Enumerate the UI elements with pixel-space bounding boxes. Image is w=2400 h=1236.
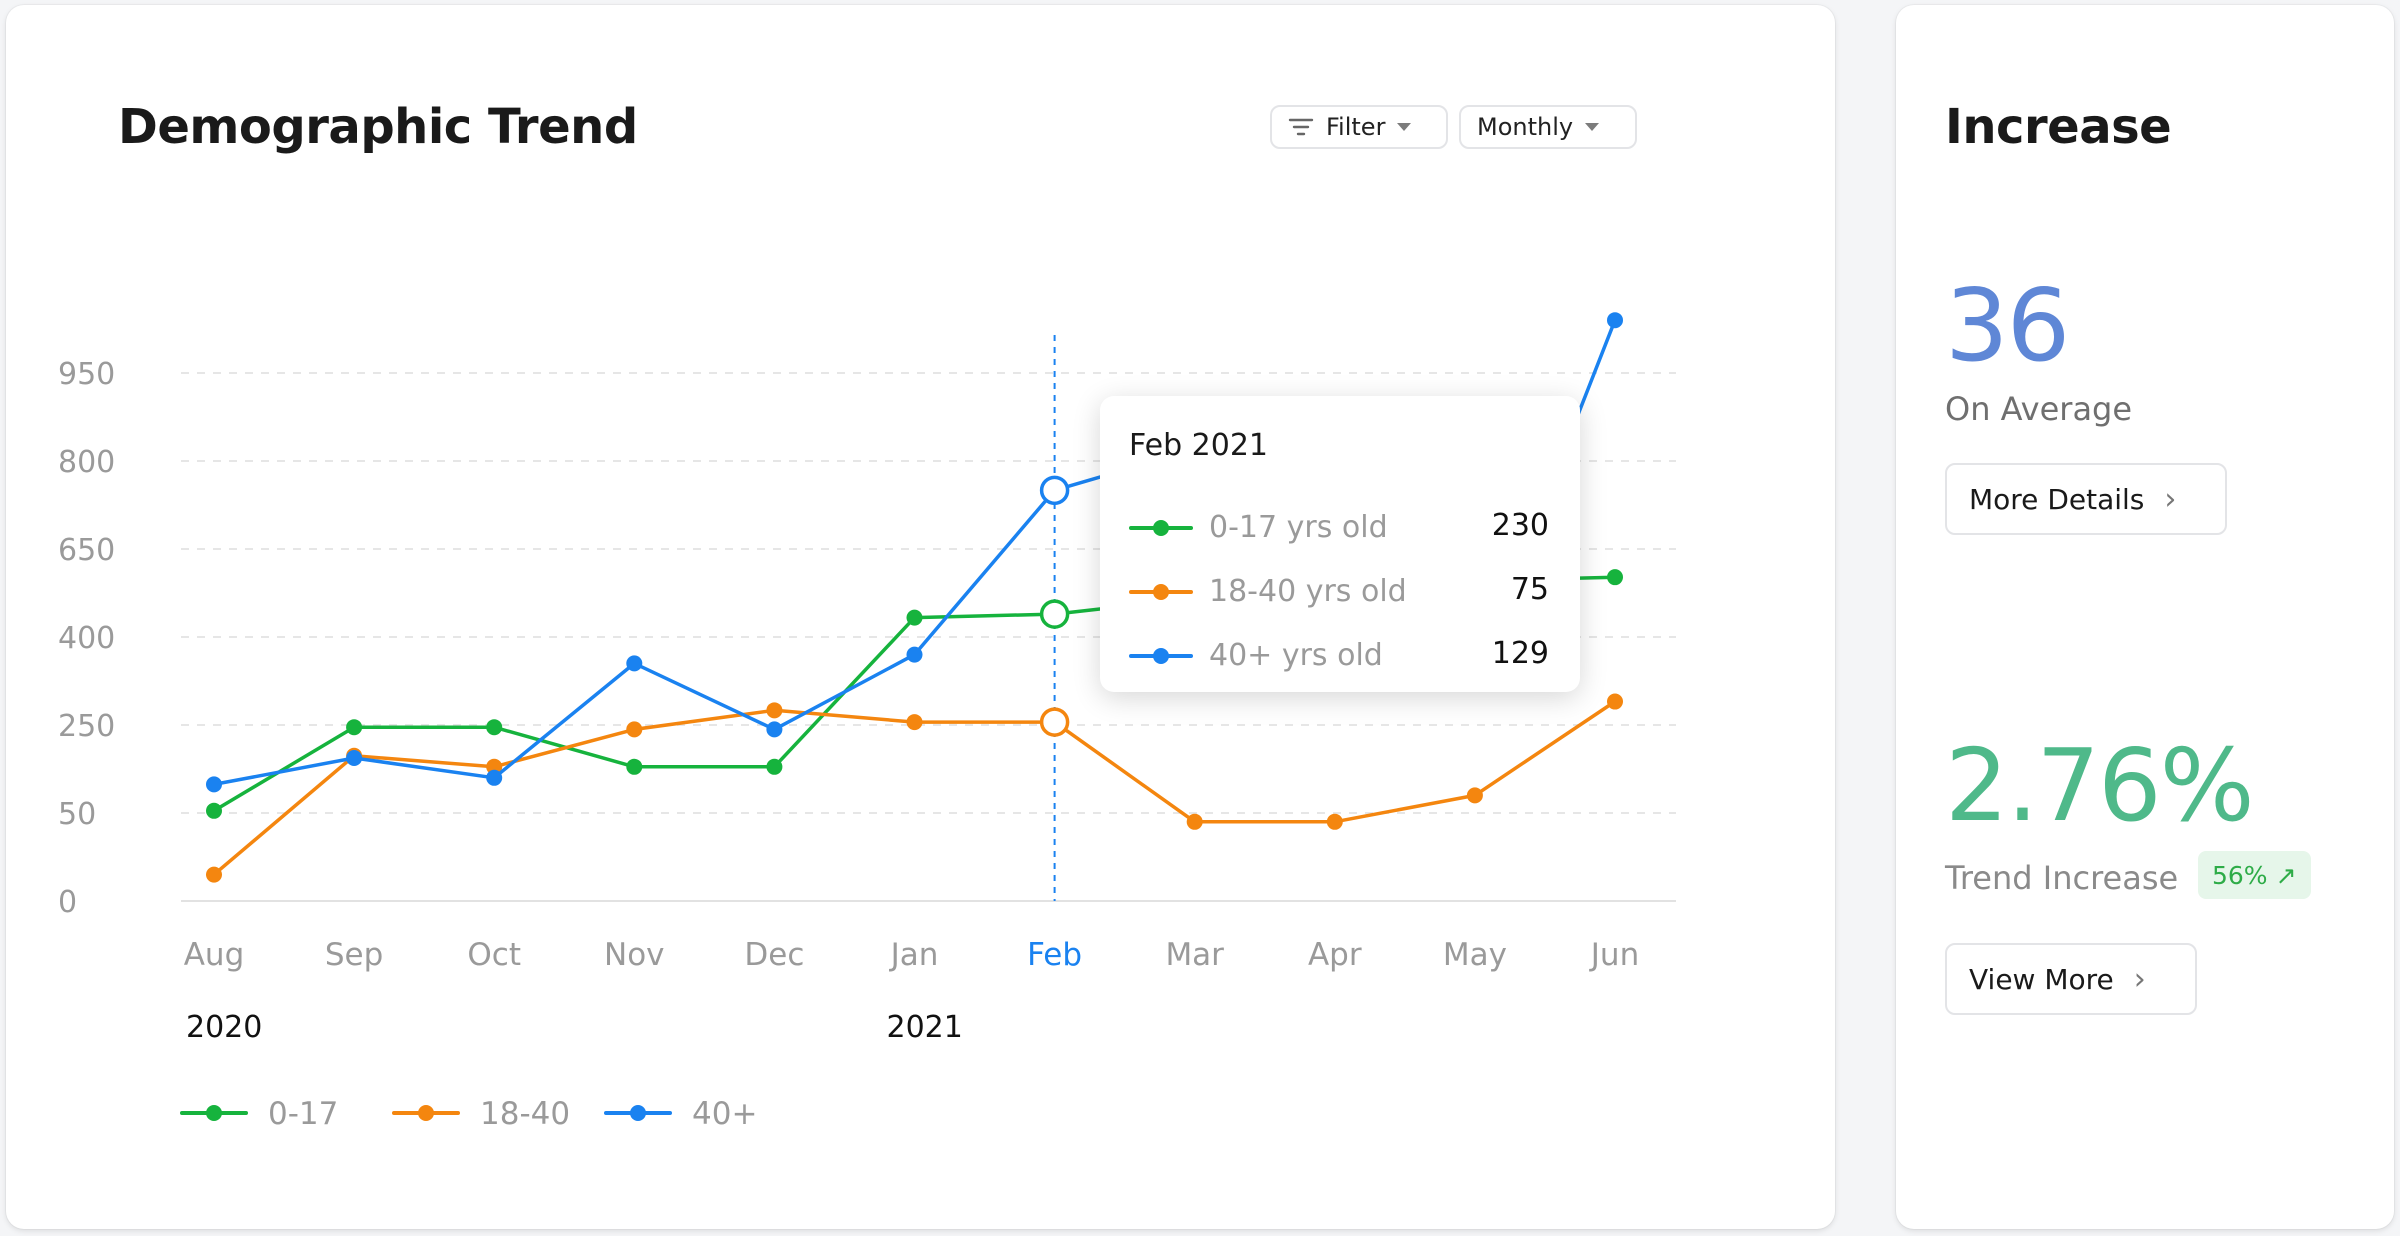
data-point — [626, 721, 643, 738]
view-more-button[interactable]: View More › — [1945, 943, 2197, 1015]
highlight-point — [1039, 599, 1070, 629]
data-point — [906, 714, 923, 731]
x-tick-label: Oct — [467, 937, 521, 973]
average-caption: On Average — [1945, 390, 2133, 428]
y-tick-label: 400 — [58, 621, 115, 656]
y-tick-label: 800 — [58, 445, 115, 480]
y-tick-label: 0 — [58, 885, 77, 920]
series-dot — [1153, 648, 1169, 664]
trend-badge: 56% ↗ — [2198, 851, 2311, 899]
data-point — [1186, 813, 1203, 830]
highlight-point — [1039, 475, 1070, 506]
data-point — [766, 721, 783, 738]
data-point — [766, 758, 783, 775]
data-point — [906, 646, 923, 663]
y-tick-label: 250 — [58, 709, 115, 744]
legend-label: 0-17 — [268, 1096, 338, 1132]
data-point — [626, 758, 643, 775]
tooltip-row-label: 40+ yrs old — [1209, 638, 1383, 673]
data-point — [486, 769, 503, 786]
y-tick-label: 50 — [58, 797, 96, 832]
data-point — [206, 776, 222, 793]
chart-tooltip: Feb 2021 0-17 yrs old 230 18-40 yrs old … — [1100, 396, 1580, 692]
x-tick-label: Nov — [604, 937, 665, 973]
tooltip-title: Feb 2021 — [1129, 428, 1268, 463]
legend-dot — [206, 1105, 222, 1121]
data-point — [206, 866, 222, 883]
increase-card: Increase 36 On Average More Details › 2.… — [1896, 5, 2394, 1229]
badge-text: 56% — [2212, 860, 2268, 890]
data-point — [1607, 569, 1623, 586]
year-label: 2020 — [186, 1010, 262, 1045]
chevron-right-icon: › — [2164, 481, 2177, 517]
data-point — [626, 655, 643, 672]
tooltip-row-label: 0-17 yrs old — [1209, 510, 1388, 545]
x-tick-label: Dec — [744, 937, 804, 973]
average-value: 36 — [1945, 267, 2070, 384]
data-point — [1466, 787, 1483, 804]
year-label: 2021 — [887, 1010, 963, 1045]
data-point — [346, 719, 363, 736]
tooltip-row-value: 129 — [1491, 636, 1549, 671]
view-more-label: View More — [1969, 962, 2114, 996]
trend-caption: Trend Increase — [1945, 859, 2179, 897]
x-tick-label: Aug — [184, 937, 245, 973]
y-tick-label: 650 — [58, 533, 115, 568]
trend-value: 2.76% — [1945, 727, 2255, 844]
data-point — [206, 802, 222, 819]
series-dot — [1153, 520, 1169, 536]
tooltip-row-18-40: 18-40 yrs old 75 — [1129, 572, 1549, 612]
y-tick-label: 950 — [58, 357, 115, 392]
x-tick-label: Feb — [1027, 937, 1082, 973]
data-point — [766, 702, 783, 719]
tooltip-row-value: 75 — [1510, 572, 1549, 607]
legend-dot — [630, 1105, 646, 1121]
x-tick-label: Apr — [1308, 937, 1362, 973]
chevron-right-icon: › — [2133, 961, 2146, 997]
x-tick-label: Jan — [889, 937, 939, 973]
tooltip-row-40-plus: 40+ yrs old 129 — [1129, 636, 1549, 676]
more-details-label: More Details — [1969, 482, 2145, 516]
data-point — [1607, 312, 1623, 329]
x-tick-label: Jun — [1589, 937, 1639, 973]
data-point — [346, 750, 363, 766]
data-point — [1326, 813, 1343, 830]
x-tick-label: Sep — [325, 937, 383, 973]
data-point — [1607, 693, 1623, 710]
arrow-up-right-icon: ↗ — [2275, 860, 2297, 890]
tooltip-row-label: 18-40 yrs old — [1209, 574, 1407, 609]
tooltip-row-value: 230 — [1491, 508, 1549, 543]
data-point — [486, 719, 503, 736]
tooltip-row-0-17: 0-17 yrs old 230 — [1129, 508, 1549, 548]
highlight-point — [1039, 707, 1070, 737]
legend-dot — [418, 1105, 434, 1121]
legend-label: 18-40 — [480, 1096, 570, 1132]
demographic-trend-card: Demographic Trend Filter Monthly 0 50 250 4… — [6, 5, 1835, 1229]
legend-label: 40+ — [692, 1096, 757, 1132]
data-point — [906, 609, 923, 626]
x-tick-label: May — [1443, 937, 1507, 973]
series-dot — [1153, 584, 1169, 600]
more-details-button[interactable]: More Details › — [1945, 463, 2227, 535]
card-title: Increase — [1945, 99, 2172, 155]
x-tick-label: Mar — [1165, 937, 1224, 973]
